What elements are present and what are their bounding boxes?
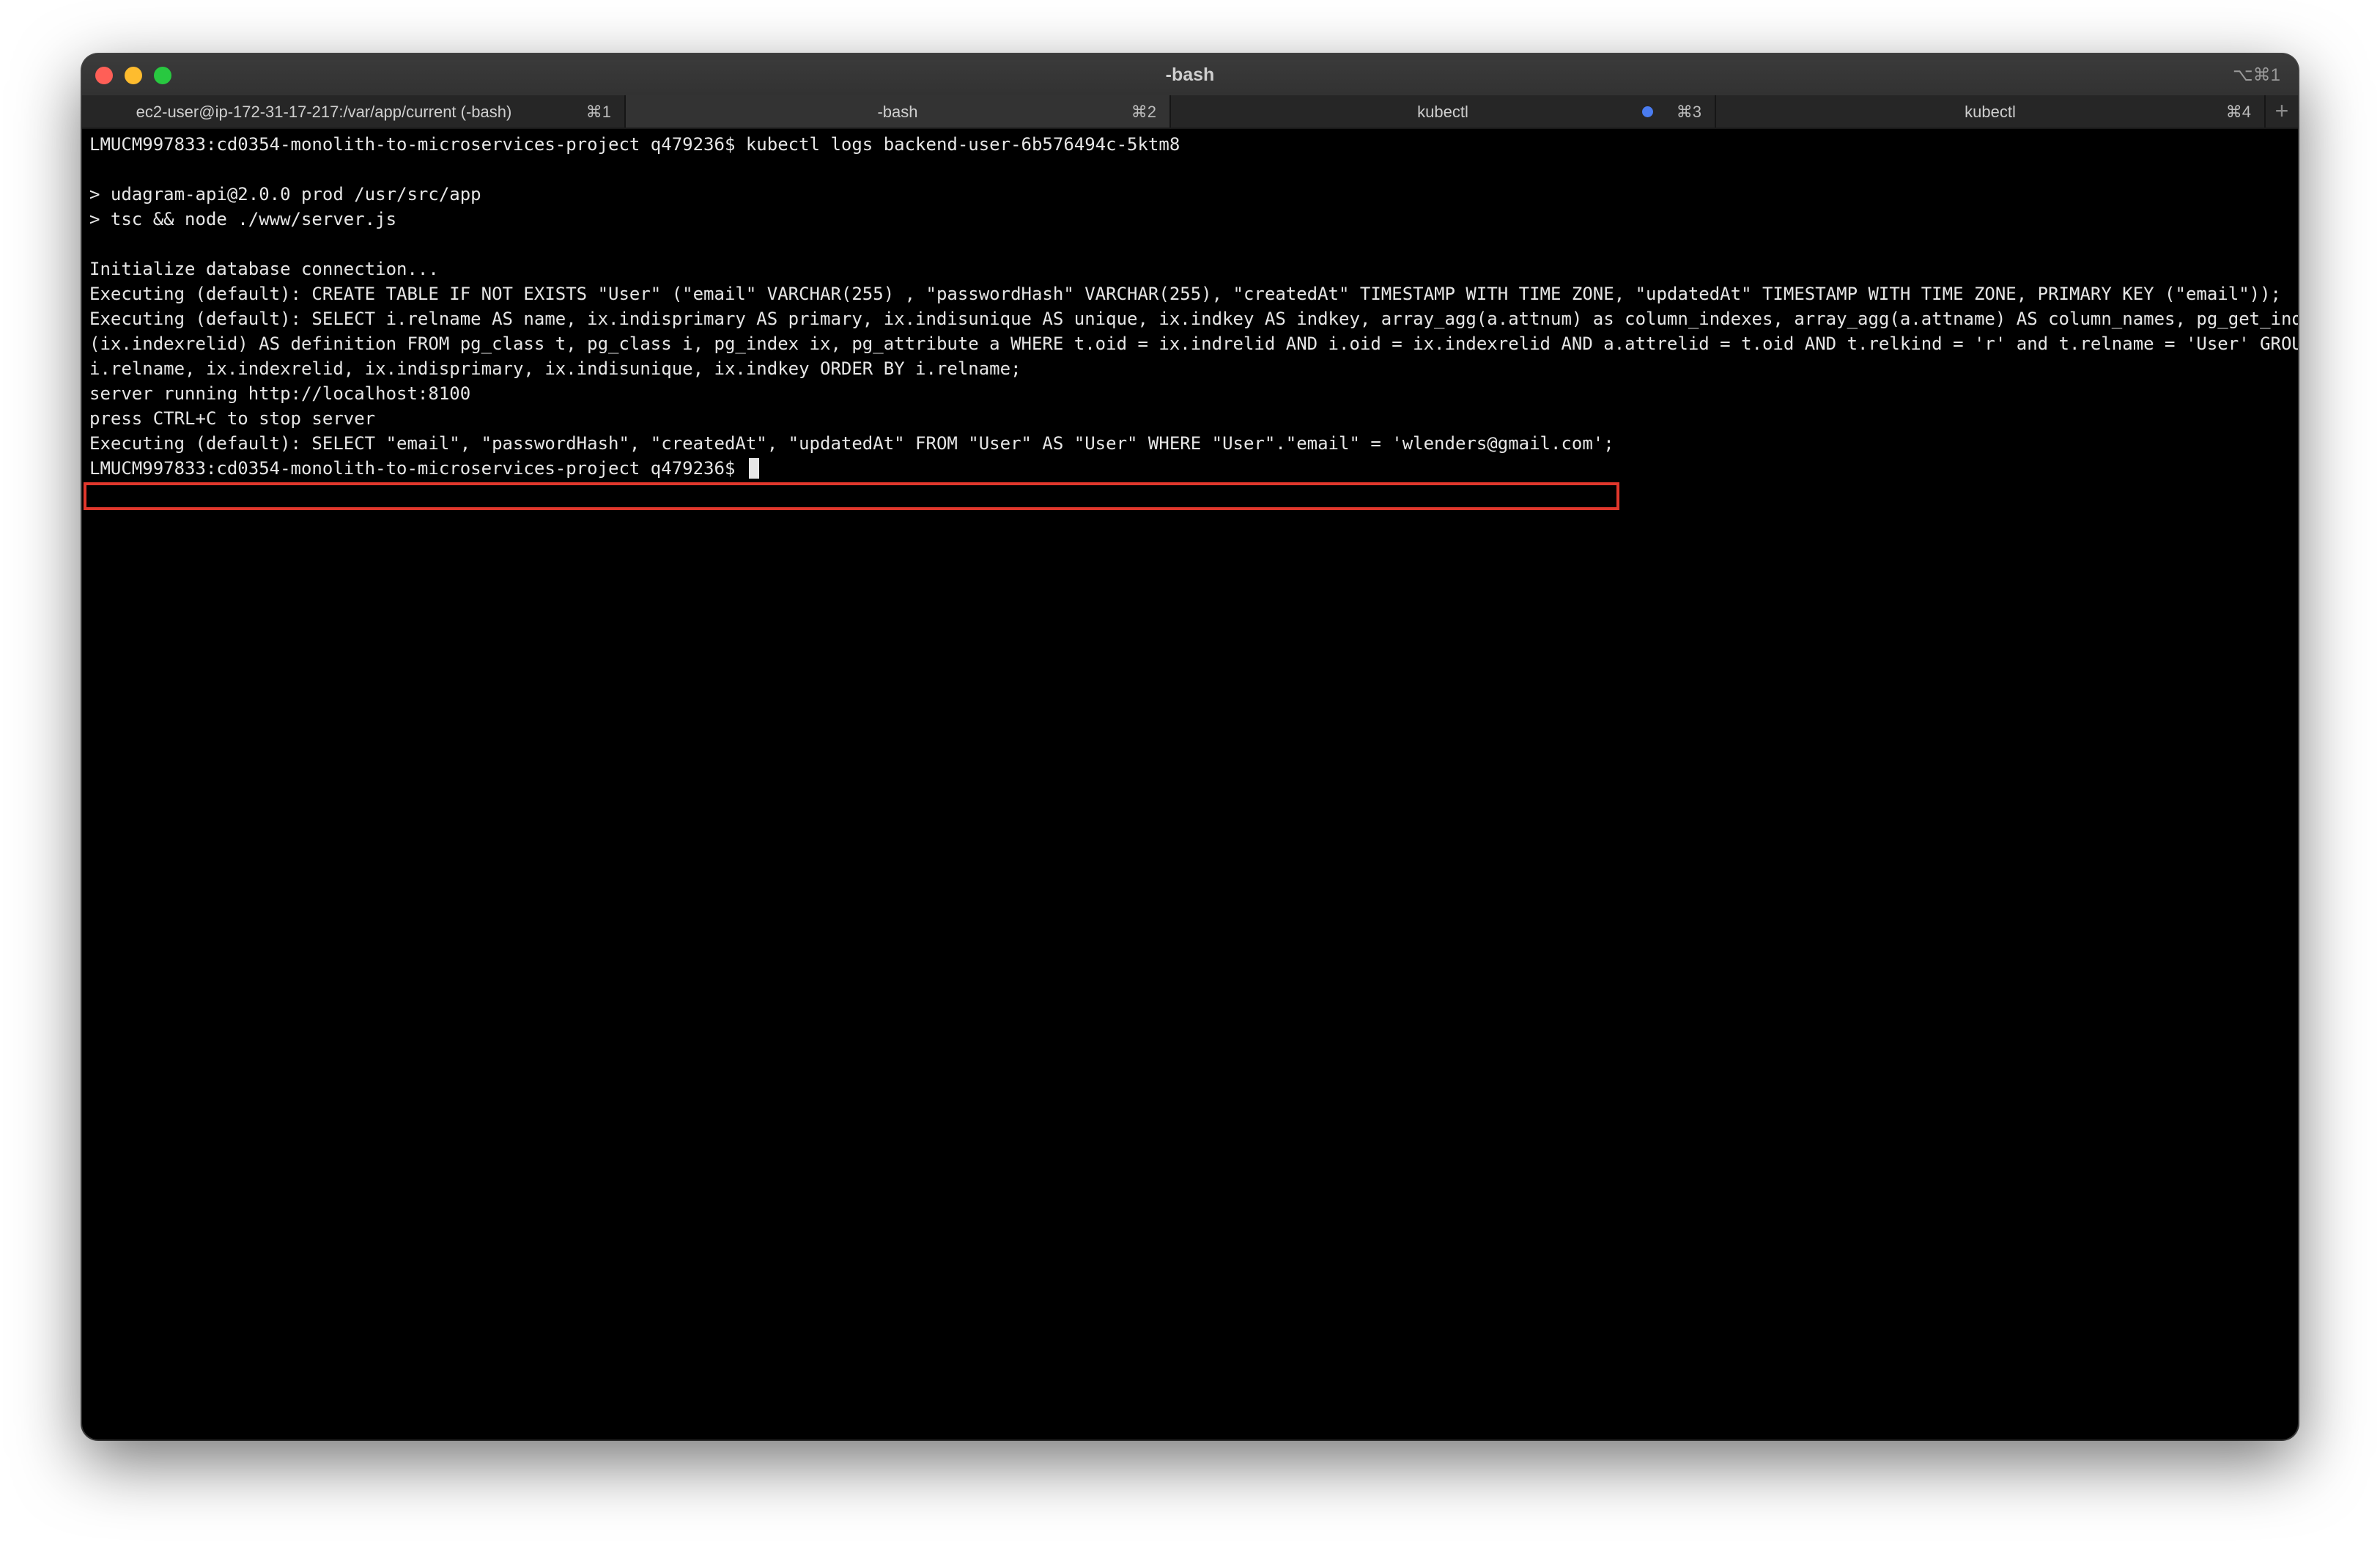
- prompt-line[interactable]: LMUCM997833:cd0354-monolith-to-microserv…: [89, 456, 2291, 481]
- terminal-line: > tsc && node ./www/server.js: [89, 209, 397, 229]
- tab-label: kubectl: [1965, 103, 2016, 121]
- tab-shortcut: ⌘1: [585, 103, 611, 121]
- terminal-line: Executing (default): SELECT "email", "pa…: [89, 433, 1614, 454]
- terminal-line: i.relname, ix.indexrelid, ix.indisprimar…: [89, 358, 1021, 379]
- new-tab-button[interactable]: +: [2266, 95, 2298, 128]
- text-cursor: [748, 458, 759, 479]
- window-title: -bash: [1165, 64, 1215, 85]
- terminal-line: Executing (default): SELECT i.relname AS…: [89, 309, 2298, 329]
- tab-shortcut: ⌘4: [2225, 103, 2251, 121]
- tab-shortcut: ⌘3: [1676, 103, 1701, 121]
- tab-label: kubectl: [1417, 103, 1468, 121]
- terminal-line: (ix.indexrelid) AS definition FROM pg_cl…: [89, 333, 2298, 354]
- terminal-line: Initialize database connection...: [89, 259, 439, 279]
- tab-3[interactable]: kubectl ⌘3: [1171, 95, 1716, 128]
- terminal-line: LMUCM997833:cd0354-monolith-to-microserv…: [89, 134, 1180, 155]
- highlight-box: [84, 482, 1619, 510]
- tab-shortcut: ⌘2: [1131, 103, 1156, 121]
- terminal-line: > udagram-api@2.0.0 prod /usr/src/app: [89, 184, 481, 204]
- window-shortcut: ⌥⌘1: [2232, 65, 2280, 85]
- activity-indicator-icon: [1642, 106, 1653, 117]
- terminal-window: -bash ⌥⌘1 ec2-user@ip-172-31-17-217:/var…: [82, 54, 2298, 1440]
- tab-label: ec2-user@ip-172-31-17-217:/var/app/curre…: [136, 103, 512, 121]
- tab-2[interactable]: -bash ⌘2: [626, 95, 1171, 128]
- terminal-output[interactable]: LMUCM997833:cd0354-monolith-to-microserv…: [84, 132, 2298, 1440]
- shell-prompt: LMUCM997833:cd0354-monolith-to-microserv…: [89, 458, 746, 479]
- terminal-line: server running http://localhost:8100: [89, 383, 471, 404]
- terminal-line: press CTRL+C to stop server: [89, 408, 376, 429]
- title-bar: -bash ⌥⌘1: [82, 54, 2298, 95]
- tab-1[interactable]: ec2-user@ip-172-31-17-217:/var/app/curre…: [82, 95, 626, 128]
- tab-bar: ec2-user@ip-172-31-17-217:/var/app/curre…: [82, 95, 2298, 129]
- tab-4[interactable]: kubectl ⌘4: [1716, 95, 2266, 128]
- tab-label: -bash: [877, 103, 918, 121]
- terminal-line: Executing (default): CREATE TABLE IF NOT…: [89, 284, 2281, 304]
